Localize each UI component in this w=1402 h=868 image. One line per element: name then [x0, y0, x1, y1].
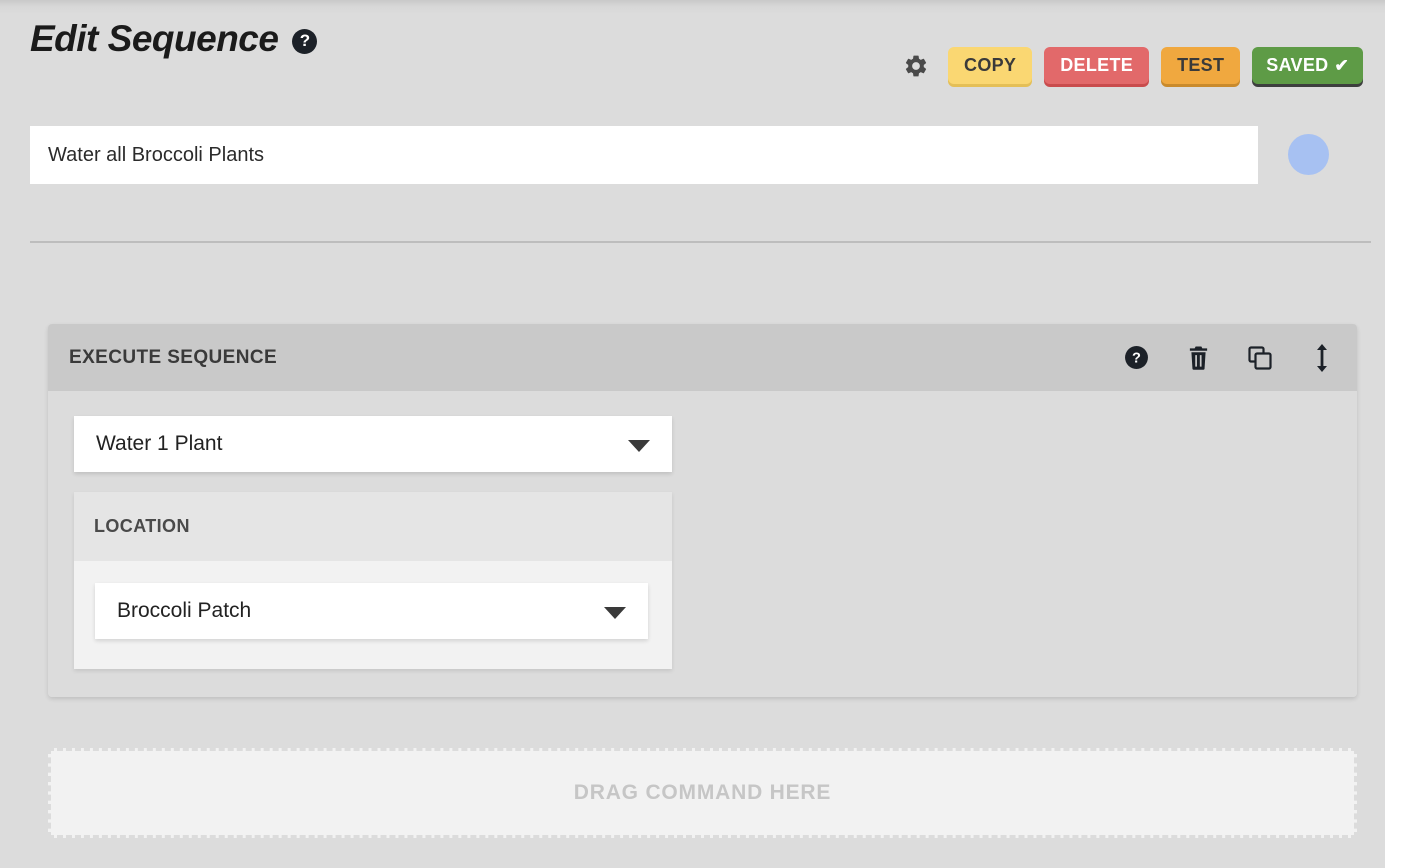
page-right-edge — [1385, 0, 1402, 868]
copy-icon[interactable] — [1247, 344, 1273, 372]
chevron-down-icon — [604, 607, 626, 619]
location-panel: LOCATION Broccoli Patch — [74, 492, 672, 669]
arrows-vertical-icon[interactable] — [1309, 344, 1335, 372]
command-select-value: Water 1 Plant — [96, 432, 222, 456]
step-body: Water 1 Plant LOCATION Broccoli Patch — [48, 391, 1357, 697]
help-circle-icon[interactable]: ? — [1123, 344, 1149, 372]
saved-button[interactable]: SAVED ✔ — [1252, 47, 1363, 84]
header-actions: COPY DELETE TEST SAVED ✔ — [902, 47, 1363, 84]
trash-icon[interactable] — [1185, 344, 1211, 372]
step-icon-group: ? — [1123, 344, 1335, 372]
sequence-name-row — [0, 126, 1385, 186]
location-label: LOCATION — [94, 516, 190, 537]
delete-button[interactable]: DELETE — [1044, 47, 1149, 84]
step-card-execute-sequence: EXECUTE SEQUENCE ? — [48, 324, 1357, 697]
sequence-editor-page: Edit Sequence ? COPY DELETE TEST SAVED✔ … — [0, 0, 1385, 868]
location-panel-header: LOCATION — [74, 492, 672, 561]
drag-command-dropzone[interactable]: DRAG COMMAND HERE — [48, 748, 1357, 838]
header-divider — [30, 241, 1371, 243]
step-title: EXECUTE SEQUENCE — [69, 347, 277, 369]
location-select[interactable]: Broccoli Patch — [95, 583, 648, 639]
chevron-down-icon — [628, 440, 650, 452]
sequence-name-input[interactable] — [30, 126, 1258, 184]
saved-label: SAVED — [1266, 55, 1328, 75]
command-select[interactable]: Water 1 Plant — [74, 416, 672, 472]
check-icon: ✔ — [1334, 56, 1349, 75]
svg-text:?: ? — [1132, 351, 1141, 367]
copy-button[interactable]: COPY — [948, 47, 1032, 84]
dropzone-label: DRAG COMMAND HERE — [574, 781, 831, 805]
help-circle-icon[interactable]: ? — [292, 29, 317, 54]
title-group: Edit Sequence ? — [30, 20, 317, 57]
step-header: EXECUTE SEQUENCE ? — [48, 324, 1357, 391]
page-header: Edit Sequence ? COPY DELETE TEST SAVED ✔ — [0, 0, 1385, 105]
page-title: Edit Sequence — [30, 20, 278, 57]
gear-icon[interactable] — [902, 52, 930, 80]
location-select-value: Broccoli Patch — [117, 599, 251, 623]
location-panel-body: Broccoli Patch — [74, 561, 672, 669]
test-button[interactable]: TEST — [1161, 47, 1240, 84]
sequence-color-swatch[interactable] — [1288, 134, 1329, 175]
